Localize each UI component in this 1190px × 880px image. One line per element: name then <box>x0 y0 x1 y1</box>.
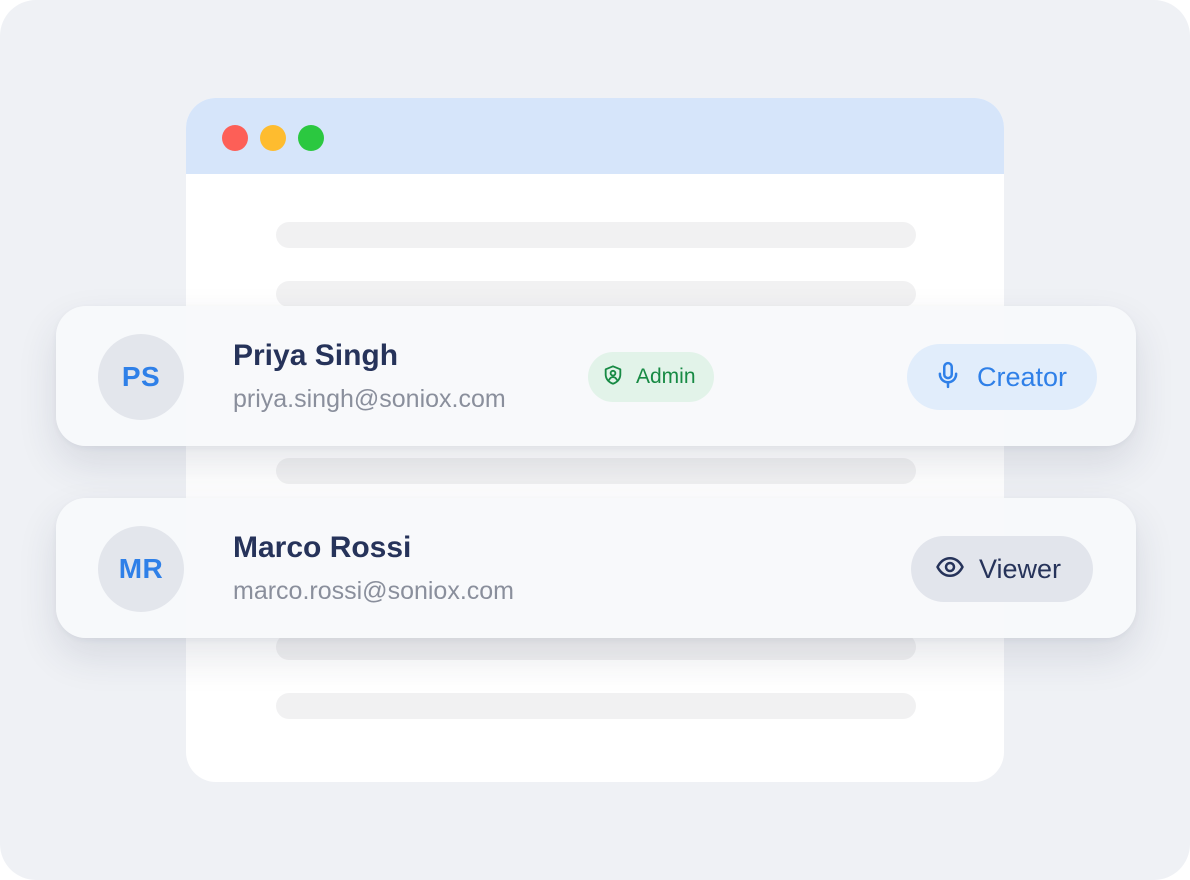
skeleton-line <box>276 222 916 248</box>
minimize-window-button[interactable] <box>260 125 286 151</box>
role-label: Viewer <box>979 553 1062 584</box>
badge-label: Admin <box>636 365 696 388</box>
avatar-initials: PS <box>121 361 161 392</box>
role-label: Creator <box>977 361 1068 392</box>
role-dropdown-viewer[interactable]: Viewer <box>911 536 1093 602</box>
skeleton-line <box>276 693 916 719</box>
avatar: MR <box>98 526 184 612</box>
canvas-background: PS Priya Singh priya.singh@soniox.com Ad… <box>0 0 1190 880</box>
user-card[interactable]: MR Marco Rossi marco.rossi@soniox.com Vi… <box>56 498 1136 638</box>
user-name: Marco Rossi <box>233 531 412 564</box>
shield-icon <box>602 364 624 391</box>
role-dropdown-creator[interactable]: Creator <box>907 344 1097 410</box>
avatar: PS <box>98 334 184 420</box>
avatar-initials: MR <box>118 553 164 584</box>
eye-icon <box>935 552 965 587</box>
admin-badge: Admin <box>588 352 714 402</box>
user-card[interactable]: PS Priya Singh priya.singh@soniox.com Ad… <box>56 306 1136 446</box>
microphone-icon <box>933 360 963 395</box>
window-titlebar <box>186 98 1004 174</box>
user-name: Priya Singh <box>233 339 399 372</box>
maximize-window-button[interactable] <box>298 125 324 151</box>
user-email: marco.rossi@soniox.com <box>233 577 515 605</box>
skeleton-line <box>276 281 916 307</box>
close-window-button[interactable] <box>222 125 248 151</box>
user-email: priya.singh@soniox.com <box>233 385 506 413</box>
skeleton-line <box>276 458 916 484</box>
